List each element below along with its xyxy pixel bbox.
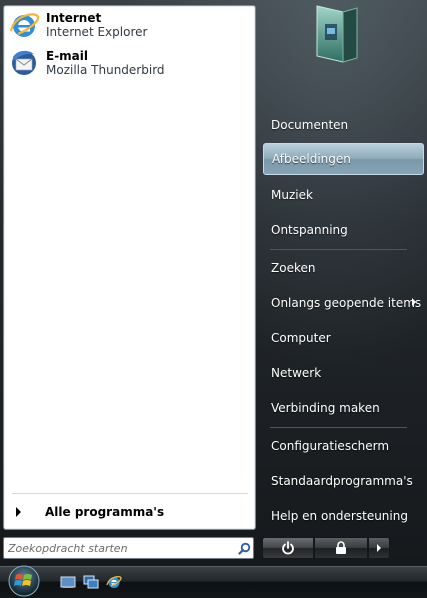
show-desktop-icon[interactable] xyxy=(60,574,76,590)
menu-item-label: Onlangs geopende items xyxy=(271,296,422,310)
pinned-subtitle: Mozilla Thunderbird xyxy=(46,63,165,77)
menu-item-muziek[interactable]: Muziek xyxy=(263,179,424,211)
menu-item-afbeeldingen[interactable]: Afbeeldingen xyxy=(263,143,424,175)
menu-item-label: Configuratiescherm xyxy=(271,439,390,453)
divider xyxy=(12,493,248,494)
all-programs-button[interactable]: Alle programma's xyxy=(12,503,248,521)
search-icon[interactable] xyxy=(235,539,253,557)
pinned-title: Internet xyxy=(46,11,102,25)
menu-item-label: Standaardprogramma's xyxy=(271,474,413,488)
menu-item-ontspanning[interactable]: Ontspanning xyxy=(263,214,424,246)
power-options-button[interactable] xyxy=(368,537,390,559)
menu-item-zoeken[interactable]: Zoeken xyxy=(263,252,424,284)
menu-item-label: Zoeken xyxy=(271,261,316,275)
menu-item-label: Muziek xyxy=(271,188,313,202)
menu-item-onlangs-geopende-items[interactable]: Onlangs geopende items xyxy=(263,287,424,319)
menu-item-configuratiescherm[interactable]: Configuratiescherm xyxy=(263,430,424,462)
switch-windows-icon[interactable] xyxy=(83,574,99,590)
menu-item-label: Ontspanning xyxy=(271,223,348,237)
programs-pane: Internet Internet Explorer E-mail Mozill… xyxy=(3,5,256,530)
menu-item-netwerk[interactable]: Netwerk xyxy=(263,357,424,389)
divider xyxy=(270,249,407,250)
menu-item-documenten[interactable]: Documenten xyxy=(263,109,424,141)
internet-explorer-icon xyxy=(9,13,40,37)
search-input[interactable] xyxy=(4,538,235,558)
user-picture[interactable] xyxy=(313,2,361,66)
power-buttons xyxy=(262,537,390,559)
divider xyxy=(270,427,407,428)
menu-item-label: Afbeeldingen xyxy=(272,152,351,166)
arrow-right-icon xyxy=(16,507,21,517)
menu-item-label: Netwerk xyxy=(271,366,322,380)
lock-button[interactable] xyxy=(314,537,368,559)
menu-item-help-en-ondersteuning[interactable]: Help en ondersteuning xyxy=(263,500,424,532)
menu-item-verbinding-maken[interactable]: Verbinding maken xyxy=(263,392,424,424)
pinned-subtitle: Internet Explorer xyxy=(46,25,148,39)
all-programs-label: Alle programma's xyxy=(45,505,165,519)
search-box[interactable] xyxy=(3,537,254,559)
thunderbird-icon xyxy=(12,50,36,75)
pinned-title: E-mail xyxy=(46,49,89,63)
pinned-item-email[interactable]: E-mail Mozilla Thunderbird xyxy=(8,46,250,80)
menu-item-label: Documenten xyxy=(271,118,349,132)
pinned-item-internet[interactable]: Internet Internet Explorer xyxy=(8,8,250,42)
menu-item-standaardprogrammas[interactable]: Standaardprogramma's xyxy=(263,465,424,497)
lock-icon xyxy=(336,541,346,554)
menu-item-label: Verbinding maken xyxy=(271,401,380,415)
arrow-right-icon xyxy=(377,544,381,552)
windows-start-orb-icon[interactable] xyxy=(3,564,45,597)
menu-item-label: Computer xyxy=(271,331,331,345)
menu-item-computer[interactable]: Computer xyxy=(263,322,424,354)
menu-item-label: Help en ondersteuning xyxy=(271,509,408,523)
power-button[interactable] xyxy=(262,537,314,559)
submenu-arrow-icon xyxy=(412,298,416,306)
power-icon xyxy=(282,541,294,555)
internet-explorer-icon[interactable] xyxy=(106,574,122,590)
